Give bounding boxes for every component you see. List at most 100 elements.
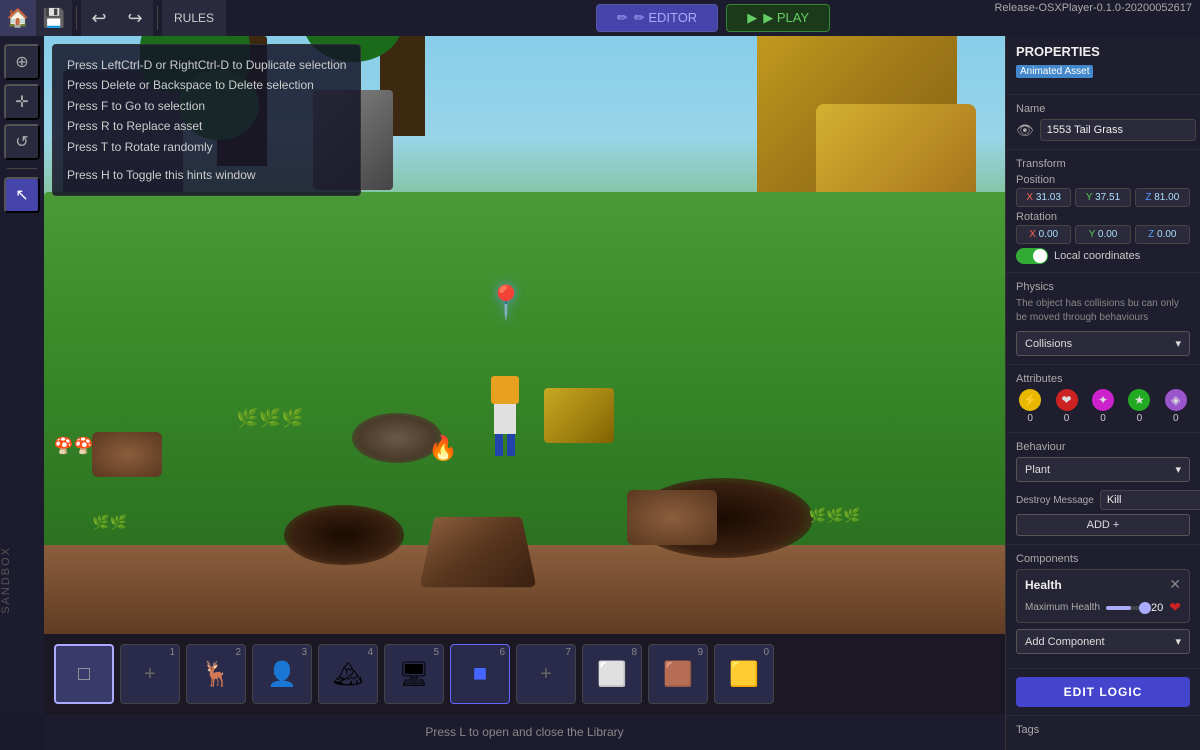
rotation-row: X 0.00 Y 0.00 Z 0.00 (1016, 225, 1190, 244)
sidebar-label: SANDBOX (0, 546, 44, 614)
health-component: Health ✕ Maximum Health 20 ❤ (1016, 569, 1190, 623)
play-label: ▶ PLAY (763, 10, 809, 26)
rot-z[interactable]: Z 0.00 (1135, 225, 1190, 244)
play-icon: ▶ (747, 10, 757, 26)
rx-val: 0.00 (1039, 229, 1058, 240)
grass-2: 🌿🌿 (92, 514, 127, 531)
library-item-9[interactable]: 9 🟫 (648, 644, 708, 704)
stump-1 (92, 432, 162, 477)
attr-icon-4: ◈ (1165, 389, 1187, 411)
library-item-add-7[interactable]: 7 + (516, 644, 576, 704)
editor-button[interactable]: ✏ ✏ EDITOR (596, 4, 718, 32)
left-toolbar: ⊕ ✛ ↺ ↖ SANDBOX (0, 36, 44, 714)
lib-add-icon-1: + (144, 663, 156, 686)
lib-icon-5: 🖥 (399, 660, 429, 689)
attr-item-2: ✦ 0 (1092, 389, 1114, 424)
name-section: Name 👁 ☆ (1006, 95, 1200, 150)
lib-num-1: 1 (169, 647, 175, 658)
lib-num-3: 3 (301, 647, 307, 658)
hint-line-4: Press R to Replace asset (67, 116, 346, 136)
properties-header-section: PROPERTIES Animated Asset (1006, 36, 1200, 95)
select-button[interactable]: ⊕ (4, 44, 40, 80)
save-button[interactable]: 💾 (36, 0, 72, 36)
library-item-0b[interactable]: 0 🟨 (714, 644, 774, 704)
redo-button[interactable]: ↪ (117, 0, 153, 36)
rules-button[interactable]: RULES (162, 0, 226, 36)
lib-icon-2: 🦌 (201, 660, 231, 689)
behaviour-section: Behaviour Plant ▾ Destroy Message ✕ ADD … (1006, 433, 1200, 545)
component-close-icon[interactable]: ✕ (1169, 576, 1181, 593)
library-item-0[interactable]: □ (54, 644, 114, 704)
name-input[interactable] (1040, 119, 1196, 141)
hint-line-1: Press LeftCtrl-D or RightCtrl-D to Dupli… (67, 55, 346, 75)
pz-label: Z (1145, 192, 1151, 203)
pos-x[interactable]: X 31.03 (1016, 188, 1071, 207)
hint-line-3: Press F to Go to selection (67, 96, 346, 116)
collisions-dropdown[interactable]: Collisions ▾ (1016, 331, 1190, 356)
attr-item-0: ⚡ 0 (1019, 389, 1041, 424)
properties-title: PROPERTIES (1016, 44, 1190, 59)
pos-y[interactable]: Y 37.51 (1075, 188, 1130, 207)
library-item-4[interactable]: 4 🏔 (318, 644, 378, 704)
location-pin: 📍 (486, 283, 526, 321)
library-bar: □ 1 + 2 🦌 3 👤 4 🏔 5 🖥 6 ■ 7 + 8 ⬜ 9 🟫 0 … (44, 634, 1005, 714)
library-item-3[interactable]: 3 👤 (252, 644, 312, 704)
health-slider[interactable] (1106, 606, 1145, 610)
play-button[interactable]: ▶ ▶ PLAY (726, 4, 830, 32)
health-row: Maximum Health 20 ❤ (1025, 599, 1181, 616)
lib-num-8: 8 (631, 647, 637, 658)
physics-desc: The object has collisions bu can only be… (1016, 297, 1190, 325)
game-viewport[interactable]: Press LeftCtrl-D or RightCtrl-D to Dupli… (44, 36, 1005, 714)
move-button[interactable]: ✛ (4, 84, 40, 120)
tags-section: Tags (1006, 716, 1200, 748)
destroy-input[interactable] (1100, 490, 1200, 510)
undo-button[interactable]: ↩ (81, 0, 117, 36)
eye-icon[interactable]: 👁 (1016, 122, 1034, 139)
library-item-add-1[interactable]: 1 + (120, 644, 180, 704)
health-heart-icon: ❤ (1169, 599, 1181, 616)
hay-block (544, 388, 614, 443)
health-knob (1139, 602, 1151, 614)
rot-y[interactable]: Y 0.00 (1075, 225, 1130, 244)
ground-hole-2 (284, 505, 404, 565)
rules-label: RULES (174, 11, 214, 25)
behaviour-dropdown[interactable]: Plant ▾ (1016, 457, 1190, 482)
attr-icon-1: ❤ (1056, 389, 1078, 411)
rx-label: X (1029, 229, 1036, 240)
attributes-label: Attributes (1016, 373, 1190, 385)
grass-1: 🌿🌿🌿 (236, 408, 303, 429)
components-section: Components Health ✕ Maximum Health 20 ❤ … (1006, 545, 1200, 669)
library-item-6[interactable]: 6 ■ (450, 644, 510, 704)
pointer-button[interactable]: ↖ (4, 177, 40, 213)
lib-icon-0: 🟨 (729, 660, 759, 689)
lib-icon-4: 🏔 (333, 660, 363, 689)
lib-num-2: 2 (235, 647, 241, 658)
attr-icon-3: ★ (1128, 389, 1150, 411)
local-coords-toggle[interactable] (1016, 248, 1048, 264)
add-button[interactable]: ADD + (1016, 514, 1190, 536)
attr-item-4: ◈ 0 (1165, 389, 1187, 424)
library-item-2[interactable]: 2 🦌 (186, 644, 246, 704)
edit-logic-button[interactable]: EDIT LOGIC (1016, 677, 1190, 707)
attr-icon-2: ✦ (1092, 389, 1114, 411)
lib-icon-6: ■ (473, 660, 488, 688)
lib-num-4: 4 (367, 647, 373, 658)
add-component-button[interactable]: Add Component ▾ (1016, 629, 1190, 654)
lib-num-7: 7 (565, 647, 571, 658)
properties-panel: PROPERTIES Animated Asset Name 👁 ☆ Trans… (1005, 36, 1200, 750)
destroy-label: Destroy Message (1016, 495, 1094, 506)
name-row: 👁 ☆ (1016, 119, 1190, 141)
component-header: Health ✕ (1025, 576, 1181, 593)
stump-2 (627, 490, 717, 545)
library-item-8[interactable]: 8 ⬜ (582, 644, 642, 704)
destroy-row: Destroy Message ✕ (1016, 490, 1190, 510)
pos-z[interactable]: Z 81.00 (1135, 188, 1190, 207)
collisions-chevron-icon: ▾ (1175, 337, 1181, 350)
home-button[interactable]: 🏠 (0, 0, 36, 36)
rot-x[interactable]: X 0.00 (1016, 225, 1071, 244)
toggle-knob (1033, 249, 1047, 263)
rotate-button[interactable]: ↺ (4, 124, 40, 160)
behaviour-value: Plant (1025, 464, 1050, 476)
library-item-5[interactable]: 5 🖥 (384, 644, 444, 704)
char-head (491, 376, 519, 404)
